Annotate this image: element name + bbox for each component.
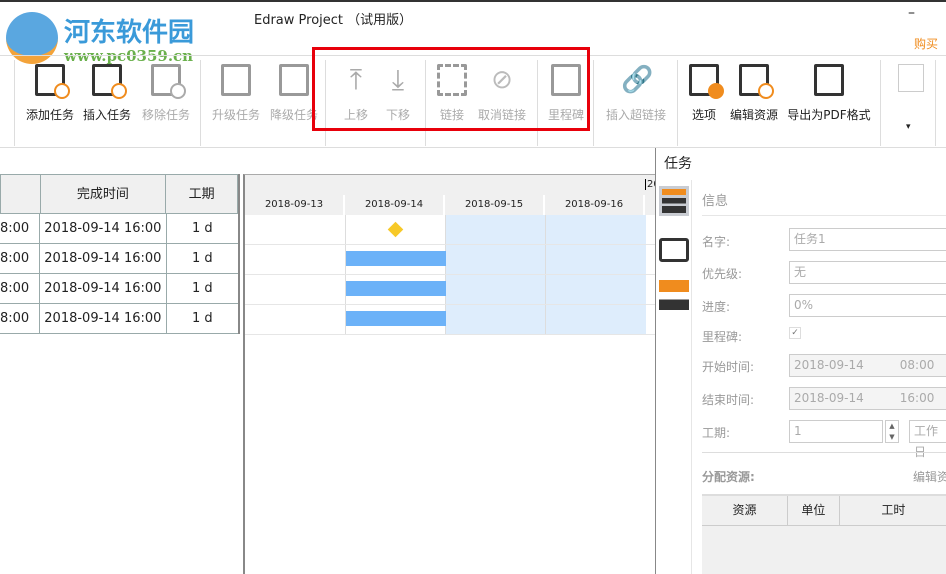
duration-unit-select[interactable]: 工作日 (909, 420, 946, 459)
table-row[interactable]: 8:00 2018-09-14 16:00 1 d (0, 304, 238, 334)
remove-task-icon (151, 64, 186, 99)
col-duration: 工期 (188, 187, 215, 202)
watermark-name: 河东软件园 (64, 18, 195, 48)
link-tab-icon[interactable] (659, 280, 689, 310)
insert-hyperlink-button[interactable]: 🔗 插入超链接 (602, 64, 670, 123)
ribbon-expand-button[interactable]: ▾ (906, 122, 911, 132)
upgrade-task-button[interactable]: 升级任务 (206, 64, 266, 123)
milestone-checkbox[interactable]: ✓ (789, 327, 801, 339)
table-row[interactable]: 8:00 2018-09-14 16:00 1 d (0, 214, 238, 244)
progress-input[interactable]: 0% (789, 294, 946, 317)
name-input[interactable]: 任务1 (789, 228, 946, 251)
start-datetime[interactable]: 2018-09-14 08:00 (789, 354, 946, 377)
col-finish: 完成时间 (41, 175, 167, 213)
date-label: 2018-09-14 (345, 195, 445, 215)
gantt-date-header: 2018-09-13 2018-09-14 2018-09-15 2018-09… (245, 195, 655, 215)
task-bar[interactable] (346, 311, 446, 326)
briefcase-icon[interactable] (659, 238, 689, 262)
priority-select[interactable]: 无 (789, 261, 946, 284)
section-info: 信息 (702, 194, 729, 209)
window-title: Edraw Project （试用版） (254, 13, 413, 28)
user-icon (739, 64, 774, 99)
date-label: 2018-09-16 (545, 195, 645, 215)
gantt-row (245, 305, 655, 335)
window-top-border (0, 0, 946, 2)
pdf-icon (814, 64, 844, 96)
duration-spinner[interactable]: ▲ ▼ (885, 420, 899, 443)
gantt-row (245, 215, 655, 245)
end-datetime[interactable]: 2018-09-14 16:00 (789, 387, 946, 410)
date-label: 2018-09-15 (445, 195, 545, 215)
panel-title: 任务 (664, 156, 692, 172)
add-task-button[interactable]: 添加任务 (20, 64, 80, 123)
buy-link[interactable]: 购买 (914, 35, 938, 52)
task-table: 完成时间 工期 8:00 2018-09-14 16:00 1 d 8:00 2018-… (0, 174, 240, 334)
resource-table: 资源 单位 工时 (702, 494, 946, 574)
gear-icon (689, 64, 724, 99)
task-bar[interactable] (346, 281, 446, 296)
milestone-diamond[interactable] (387, 221, 404, 238)
table-row[interactable]: 8:00 2018-09-14 16:00 1 d (0, 244, 238, 274)
date-label: 2018-09-13 (245, 195, 345, 215)
divider (880, 60, 881, 146)
gantt-row (245, 245, 655, 275)
downgrade-task-icon (279, 64, 309, 96)
divider (935, 60, 936, 146)
highlight-box (312, 47, 590, 131)
table-header: 完成时间 工期 (0, 174, 238, 214)
insert-task-icon (92, 64, 127, 99)
edit-resources-link[interactable]: 编辑资 (913, 468, 946, 485)
task-info-tab-icon[interactable] (659, 186, 689, 216)
edit-resources-button[interactable]: 编辑资源 (724, 64, 784, 123)
gantt-row (245, 275, 655, 305)
gantt-chart: 20 2018-09-13 2018-09-14 2018-09-15 2018… (243, 174, 655, 574)
task-properties-panel: 任务 信息 名字: 任务1 优先级: 无 进度: 0% 里程碑: ✓ 开始时间:… (655, 148, 946, 574)
divider (200, 60, 201, 146)
page-icon[interactable] (898, 64, 924, 92)
upgrade-task-icon (221, 64, 251, 96)
table-row[interactable]: 8:00 2018-09-14 16:00 1 d (0, 274, 238, 304)
add-task-icon (35, 64, 70, 99)
chain-link-icon: 🔗 (621, 65, 654, 95)
task-bar[interactable] (346, 251, 446, 266)
export-pdf-button[interactable]: 导出为PDF格式 (786, 64, 872, 123)
minimize-button[interactable]: – (908, 5, 915, 21)
duration-input[interactable]: 1 (789, 420, 883, 443)
remove-task-button[interactable]: 移除任务 (136, 64, 196, 123)
divider (14, 60, 15, 146)
insert-task-button[interactable]: 插入任务 (77, 64, 137, 123)
